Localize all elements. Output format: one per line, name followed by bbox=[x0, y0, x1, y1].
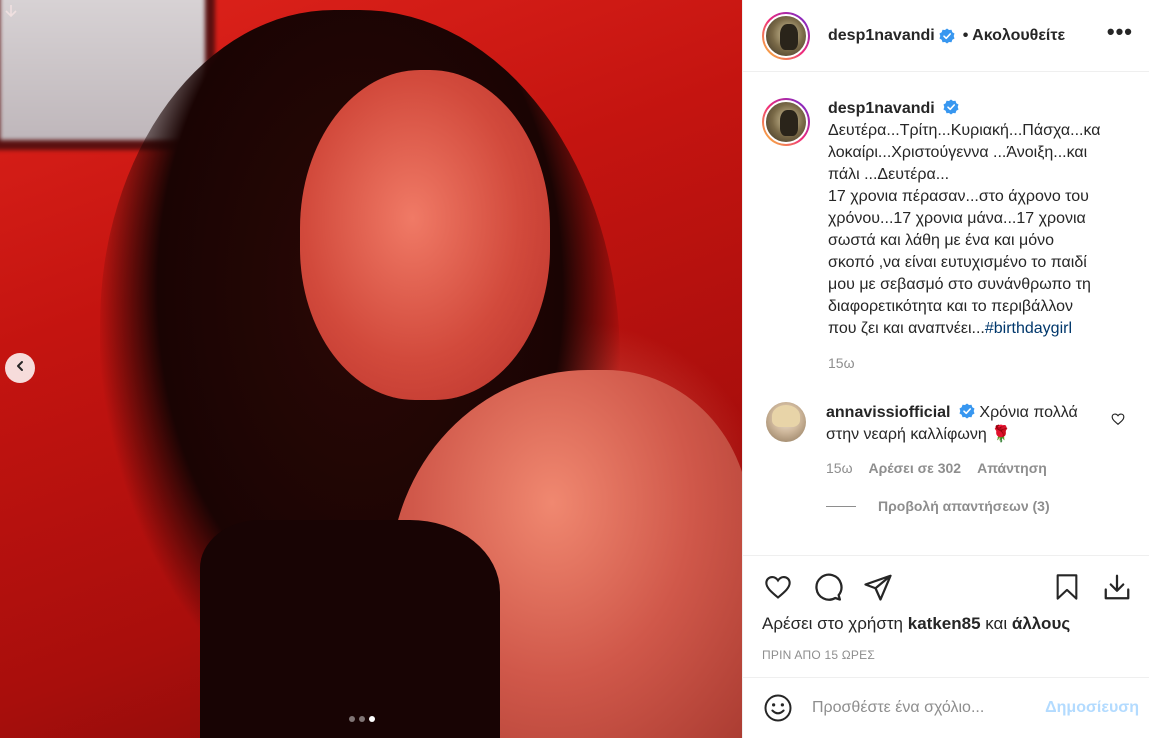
replies-divider bbox=[826, 505, 856, 507]
emoji-icon[interactable] bbox=[762, 692, 794, 724]
caption-line: σωστά και λάθη με ένα και μόνο bbox=[828, 232, 1055, 249]
post-timestamp[interactable]: ΠΡΙΝ ΑΠΟ 15 ΩΡΕΣ bbox=[762, 648, 1133, 662]
verified-icon bbox=[959, 403, 975, 419]
likes-summary: Αρέσει στο χρήστη katken85 και άλλους bbox=[762, 614, 1133, 634]
comment-like-heart-icon[interactable] bbox=[1111, 412, 1125, 431]
caption-line: χρόνου...17 χρονια μάνα...17 χρονια bbox=[828, 210, 1086, 227]
carousel-dots bbox=[349, 716, 375, 722]
caption-time[interactable]: 15ω bbox=[828, 352, 1118, 374]
verified-icon bbox=[943, 99, 959, 115]
download-icon[interactable] bbox=[1101, 571, 1133, 603]
comment-icon[interactable] bbox=[812, 571, 844, 603]
caption-line: διαφορετικότητα και το περιβάλλον bbox=[828, 298, 1074, 315]
heart-icon[interactable] bbox=[762, 571, 794, 603]
caption-author-avatar[interactable] bbox=[762, 98, 810, 146]
comment-time[interactable]: 15ω bbox=[826, 460, 853, 476]
carousel-prev-button[interactable] bbox=[5, 353, 35, 383]
commenter-username[interactable]: annavissiofficial bbox=[826, 404, 951, 421]
post-actions: Αρέσει στο χρήστη katken85 και άλλους ΠΡ… bbox=[743, 555, 1149, 662]
commenter-avatar[interactable] bbox=[766, 402, 806, 442]
action-bar bbox=[762, 556, 1133, 618]
carousel-dot bbox=[349, 716, 355, 722]
hashtag-link[interactable]: #birthdaygirl bbox=[985, 320, 1072, 337]
photo-face bbox=[300, 70, 550, 400]
caption-line: πάλι ...Δευτέρα... bbox=[828, 166, 950, 183]
caption-line: 17 χρονια πέρασαν...στο άχρονο του bbox=[828, 188, 1089, 205]
comment-body-line1: Χρόνια πολλά bbox=[979, 404, 1078, 421]
comment-likes[interactable]: Αρέσει σε 302 bbox=[869, 460, 962, 476]
follow-status[interactable]: • Ακολουθείτε bbox=[963, 27, 1065, 45]
view-replies-button[interactable]: Προβολή απαντήσεων (3) bbox=[826, 498, 1133, 514]
post-header: desp1navandi • Ακολουθείτε ••• bbox=[743, 0, 1149, 72]
caption-line: λοκαίρι...Χριστούγεννα ...Άνοιξη...και bbox=[828, 144, 1088, 161]
caption-username[interactable]: desp1navandi bbox=[828, 100, 935, 117]
share-icon[interactable] bbox=[862, 571, 894, 603]
comment-body-line2: στην νεαρή καλλίφωνη 🌹 bbox=[826, 426, 1012, 443]
caption-line: Δευτέρα...Τρίτη...Κυριακή...Πάσχα...κα bbox=[828, 122, 1101, 139]
verified-icon bbox=[939, 28, 955, 44]
likes-middle: και bbox=[985, 614, 1008, 633]
carousel-dot bbox=[359, 716, 365, 722]
download-arrow-icon bbox=[0, 2, 22, 24]
bookmark-icon[interactable] bbox=[1051, 571, 1083, 603]
caption-line: μου με σεβασμό στο συνάνθρωπο τη bbox=[828, 276, 1091, 293]
add-comment-bar: Δημοσίευση bbox=[743, 677, 1149, 738]
author-avatar[interactable] bbox=[762, 11, 810, 60]
caption-text: desp1navandi Δευτέρα...Τρίτη...Κυριακή..… bbox=[828, 98, 1118, 374]
carousel-dot-active bbox=[369, 716, 375, 722]
comments-section: desp1navandi Δευτέρα...Τρίτη...Κυριακή..… bbox=[743, 72, 1149, 555]
comment-text: annavissiofficial Χρόνια πολλά στην νεαρ… bbox=[826, 402, 1096, 446]
post-comment-button[interactable]: Δημοσίευση bbox=[1045, 699, 1139, 717]
post-caption: desp1navandi Δευτέρα...Τρίτη...Κυριακή..… bbox=[762, 98, 1133, 374]
photo-clothing bbox=[200, 520, 500, 738]
post-photo[interactable] bbox=[0, 0, 742, 738]
liker-username[interactable]: katken85 bbox=[908, 614, 981, 633]
author-username[interactable]: desp1navandi bbox=[828, 27, 935, 45]
caption-line: σκοπό ,να είναι ευτυχισμένο το παιδί bbox=[828, 254, 1087, 271]
more-options-icon[interactable]: ••• bbox=[1107, 20, 1133, 45]
caption-line: που ζει και αναπνέει... bbox=[828, 320, 985, 337]
comment-item: annavissiofficial Χρόνια πολλά στην νεαρ… bbox=[762, 402, 1133, 446]
likes-prefix: Αρέσει στο χρήστη bbox=[762, 614, 904, 633]
chevron-left-icon bbox=[14, 359, 26, 377]
likes-others[interactable]: άλλους bbox=[1012, 614, 1070, 633]
comment-meta: 15ω Αρέσει σε 302 Απάντηση bbox=[826, 460, 1133, 476]
reply-button[interactable]: Απάντηση bbox=[977, 460, 1047, 476]
view-replies-label: Προβολή απαντήσεων (3) bbox=[878, 498, 1050, 514]
comment-input[interactable] bbox=[812, 699, 1038, 717]
post-side-panel: desp1navandi • Ακολουθείτε ••• desp1nava… bbox=[742, 0, 1149, 738]
